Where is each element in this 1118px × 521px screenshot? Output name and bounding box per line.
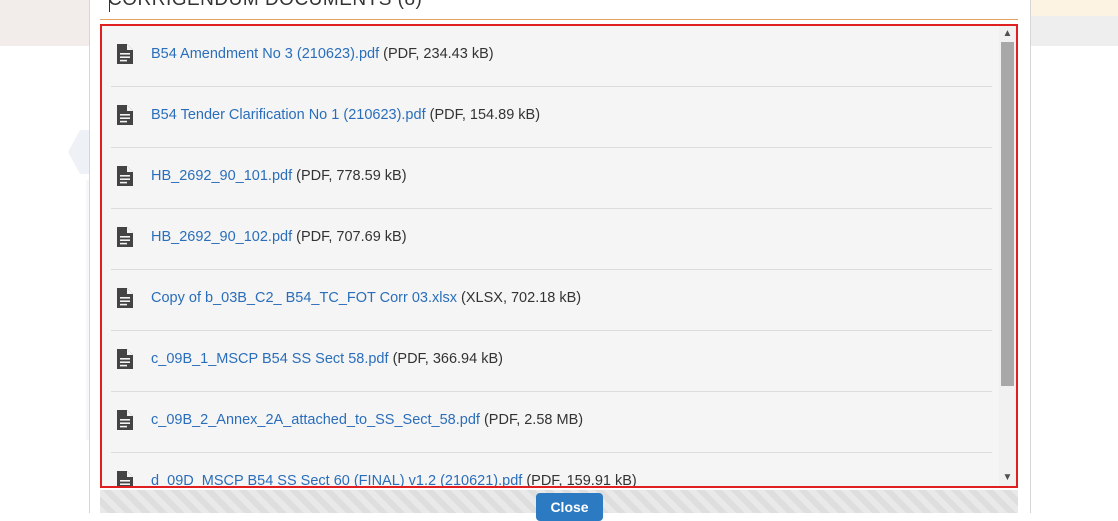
list-item: c_09B_1_MSCP B54 SS Sect 58.pdf (PDF, 36… <box>111 331 992 392</box>
document-link[interactable]: B54 Tender Clarification No 1 (210623).p… <box>151 107 426 123</box>
document-entry: HB_2692_90_102.pdf (PDF, 707.69 kB) <box>151 229 407 245</box>
document-list: B54 Amendment No 3 (210623).pdf (PDF, 23… <box>111 26 992 488</box>
document-list-container[interactable]: B54 Amendment No 3 (210623).pdf (PDF, 23… <box>100 24 1018 488</box>
list-item: HB_2692_90_102.pdf (PDF, 707.69 kB) <box>111 209 992 270</box>
document-meta: (XLSX, 702.18 kB) <box>461 290 582 306</box>
list-item: c_09B_2_Annex_2A_attached_to_SS_Sect_58.… <box>111 392 992 453</box>
scrollbar-thumb[interactable] <box>1001 42 1014 386</box>
document-entry: B54 Tender Clarification No 1 (210623).p… <box>151 107 540 123</box>
list-item: B54 Amendment No 3 (210623).pdf (PDF, 23… <box>111 26 992 87</box>
vertical-scrollbar[interactable]: ▲ ▼ <box>999 26 1016 486</box>
document-entry: HB_2692_90_101.pdf (PDF, 778.59 kB) <box>151 168 407 184</box>
document-icon <box>117 105 133 125</box>
document-meta: (PDF, 366.94 kB) <box>392 351 503 367</box>
document-entry: d_09D_MSCP B54 SS Sect 60 (FINAL) v1.2 (… <box>151 473 637 488</box>
corrigendum-documents-modal: CORRIGENDUM DOCUMENTS (8) B54 Amendment … <box>89 0 1031 521</box>
document-icon <box>117 166 133 186</box>
document-icon <box>117 349 133 369</box>
background-banner-strip <box>1028 0 1118 16</box>
document-entry: c_09B_2_Annex_2A_attached_to_SS_Sect_58.… <box>151 412 583 428</box>
document-icon <box>117 288 133 308</box>
list-item: B54 Tender Clarification No 1 (210623).p… <box>111 87 992 148</box>
document-entry: c_09B_1_MSCP B54 SS Sect 58.pdf (PDF, 36… <box>151 351 503 367</box>
document-meta: (PDF, 159.91 kB) <box>526 473 637 488</box>
background-banner-strip-lower <box>1028 16 1118 46</box>
chevron-down-icon[interactable]: ▼ <box>999 470 1016 486</box>
document-meta: (PDF, 778.59 kB) <box>296 168 407 184</box>
modal-title: CORRIGENDUM DOCUMENTS (8) <box>108 0 422 11</box>
document-link[interactable]: HB_2692_90_102.pdf <box>151 229 292 245</box>
list-item: d_09D_MSCP B54 SS Sect 60 (FINAL) v1.2 (… <box>111 453 992 488</box>
document-meta: (PDF, 707.69 kB) <box>296 229 407 245</box>
document-icon <box>117 410 133 430</box>
document-meta: (PDF, 234.43 kB) <box>383 46 494 62</box>
list-item: HB_2692_90_101.pdf (PDF, 778.59 kB) <box>111 148 992 209</box>
document-icon <box>117 471 133 486</box>
document-entry: B54 Amendment No 3 (210623).pdf (PDF, 23… <box>151 46 494 62</box>
modal-footer: Close <box>100 490 1018 521</box>
close-button[interactable]: Close <box>536 493 603 521</box>
document-link[interactable]: c_09B_1_MSCP B54 SS Sect 58.pdf <box>151 351 389 367</box>
chevron-up-icon[interactable]: ▲ <box>999 26 1016 42</box>
modal-header: CORRIGENDUM DOCUMENTS (8) <box>100 0 1018 20</box>
document-entry: Copy of b_03B_C2_ B54_TC_FOT Corr 03.xls… <box>151 290 581 306</box>
document-link[interactable]: HB_2692_90_101.pdf <box>151 168 292 184</box>
document-link[interactable]: c_09B_2_Annex_2A_attached_to_SS_Sect_58.… <box>151 412 480 428</box>
document-link[interactable]: d_09D_MSCP B54 SS Sect 60 (FINAL) v1.2 (… <box>151 473 522 486</box>
document-link[interactable]: Copy of b_03B_C2_ B54_TC_FOT Corr 03.xls… <box>151 290 457 306</box>
document-icon <box>117 227 133 247</box>
document-icon <box>117 44 133 64</box>
document-link[interactable]: B54 Amendment No 3 (210623).pdf <box>151 46 379 62</box>
document-meta: (PDF, 2.58 MB) <box>483 412 584 428</box>
document-meta: (PDF, 154.89 kB) <box>429 107 541 123</box>
list-item: Copy of b_03B_C2_ B54_TC_FOT Corr 03.xls… <box>111 270 992 331</box>
